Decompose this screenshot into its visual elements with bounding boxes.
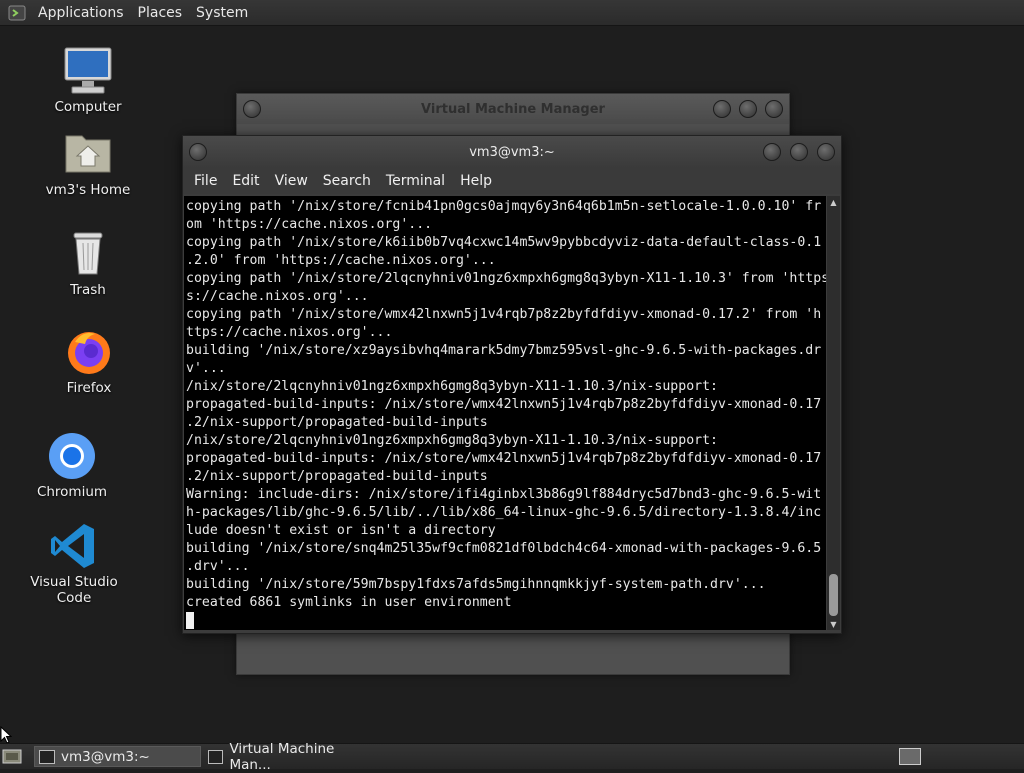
terminal-line: .2/nix-support/propagated-build-inputs [186,415,488,430]
terminal-line: s://cache.nixos.org'... [186,289,369,304]
minimize-button[interactable] [713,100,731,118]
terminal-line: building '/nix/store/xz9aysibvhq4marark5… [186,343,822,358]
desktop-icon-label: Computer [54,99,122,115]
desktop-icon-computer[interactable]: Computer [33,45,143,115]
window-menu-button[interactable] [189,143,207,161]
places-menu[interactable]: Places [132,3,189,23]
menu-view[interactable]: View [268,173,316,189]
terminal-line: building '/nix/store/snq4m25l35wf9cfm082… [186,541,822,556]
menu-terminal[interactable]: Terminal [379,173,453,189]
desktop-icon-label: Chromium [36,484,108,500]
trash-icon [60,228,116,280]
top-panel: Applications Places System [0,0,1024,26]
terminal-line: .2/nix-support/propagated-build-inputs [186,469,488,484]
vmm-title: Virtual Machine Manager [421,101,605,117]
terminal-line: propagated-build-inputs: /nix/store/wmx4… [186,451,822,466]
terminal-icon [39,749,55,764]
desktop-icon-label: Visual Studio Code [30,574,118,606]
desktop-icon-label: Trash [70,282,106,298]
terminal-line: /nix/store/2lqcnyhniv01ngz6xmpxh6gmg8q3y… [186,379,718,394]
menu-search[interactable]: Search [316,173,379,189]
scrollbar-thumb[interactable] [829,574,838,616]
minimize-button[interactable] [763,143,781,161]
taskbar-item-vmm[interactable]: Virtual Machine Man... [204,741,374,773]
terminal-output[interactable]: copying path '/nix/store/fcnib41pn0gcs0a… [184,196,826,630]
terminal-line: /nix/store/2lqcnyhniv01ngz6xmpxh6gmg8q3y… [186,433,718,448]
terminal-line: v'... [186,361,226,376]
terminal-line: copying path '/nix/store/fcnib41pn0gcs0a… [186,199,822,214]
show-desktop-icon[interactable] [2,747,22,765]
gnome-foot-icon[interactable] [6,2,28,24]
terminal-line: .2.0' from 'https://cache.nixos.org'... [186,253,496,268]
window-menu-button[interactable] [243,100,261,118]
terminal-cursor [186,612,194,629]
terminal-window[interactable]: vm3@vm3:~ File Edit View Search Terminal… [182,135,842,634]
terminal-line: propagated-build-inputs: /nix/store/wmx4… [186,397,822,412]
terminal-line: copying path '/nix/store/k6iib0b7vq4cxwc… [186,235,822,250]
applications-menu[interactable]: Applications [32,3,130,23]
terminal-menubar: File Edit View Search Terminal Help [183,168,841,194]
terminal-line: building '/nix/store/59m7bspy1fdxs7afds5… [186,577,766,592]
taskbar-item-terminal[interactable]: vm3@vm3:~ [34,746,201,767]
terminal-line: h-packages/lib/ghc-9.6.5/lib/../lib/x86_… [186,505,822,520]
menu-file[interactable]: File [187,173,225,189]
bottom-panel: vm3@vm3:~ Virtual Machine Man... [0,741,1024,773]
firefox-icon [61,326,117,378]
desktop-icon-home[interactable]: vm3's Home [33,128,143,198]
close-button[interactable] [765,100,783,118]
terminal-line: ttps://cache.nixos.org'... [186,325,393,340]
home-folder-icon [60,128,116,180]
system-menu[interactable]: System [190,3,254,23]
desktop-icon-label: vm3's Home [45,182,131,198]
terminal-line: Warning: include-dirs: /nix/store/ifi4gi… [186,487,822,502]
terminal-line: copying path '/nix/store/2lqcnyhniv01ngz… [186,271,826,286]
desktop-icon-vscode[interactable]: Visual Studio Code [19,520,129,606]
desktop-icon-trash[interactable]: Trash [33,228,143,298]
close-button[interactable] [817,143,835,161]
vmm-titlebar[interactable]: Virtual Machine Manager [237,94,789,124]
taskbar-item-label: vm3@vm3:~ [61,748,150,765]
terminal-scrollbar[interactable]: ▲ ▼ [827,196,840,630]
menu-edit[interactable]: Edit [225,173,267,189]
vmm-icon [208,749,224,764]
desktop-icon-label: Firefox [66,380,112,396]
desktop-icon-firefox[interactable]: Firefox [34,326,144,396]
terminal-line: om 'https://cache.nixos.org'... [186,217,433,232]
maximize-button[interactable] [790,143,808,161]
scroll-up-arrow-icon[interactable]: ▲ [827,196,840,208]
chromium-icon [44,430,100,482]
workspace-switcher[interactable] [899,748,921,765]
terminal-line: lude doesn't exist or isn't a directory [186,523,496,538]
menu-help[interactable]: Help [453,173,500,189]
desktop-icon-chromium[interactable]: Chromium [17,430,127,500]
terminal-titlebar[interactable]: vm3@vm3:~ [183,136,841,168]
terminal-line: .drv'... [186,559,250,574]
maximize-button[interactable] [739,100,757,118]
terminal-line: created 6861 symlinks in user environmen… [186,595,512,610]
computer-icon [60,45,116,97]
terminal-title: vm3@vm3:~ [469,144,555,160]
scroll-down-arrow-icon[interactable]: ▼ [827,618,840,630]
terminal-text: copying path '/nix/store/fcnib41pn0gcs0a… [184,196,826,630]
vscode-icon [46,520,102,572]
terminal-line: copying path '/nix/store/wmx42lnxwn5j1v4… [186,307,822,322]
